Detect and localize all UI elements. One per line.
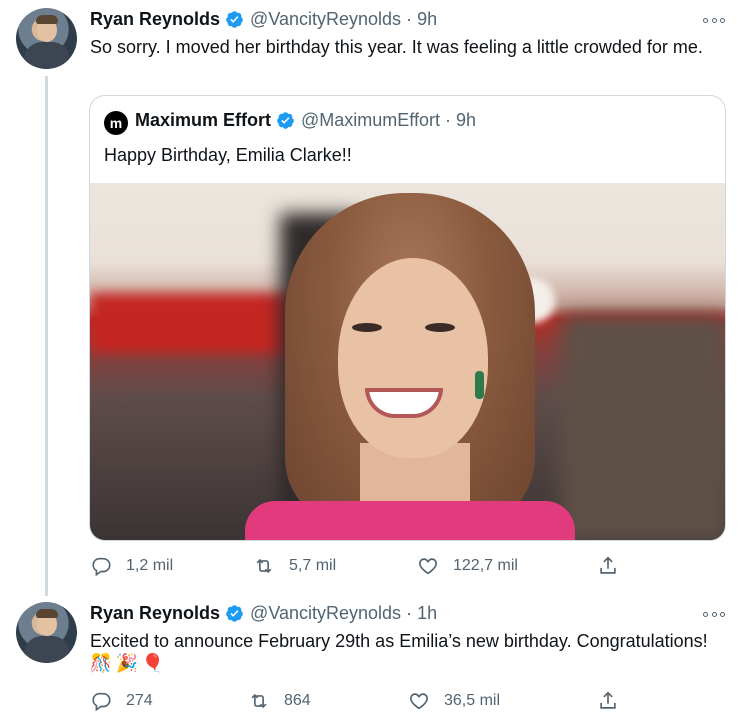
tweet-time[interactable]: 9h [417,9,437,30]
emoji-row: 🎊 🎉 🎈 [90,652,164,674]
like-count: 122,7 mil [453,557,518,574]
author-name[interactable]: Ryan Reynolds [90,9,220,30]
quoted-tweet-time[interactable]: 9h [456,110,476,131]
retweet-button[interactable]: 864 [248,690,311,712]
author-handle[interactable]: @VancityReynolds [250,603,401,624]
retweet-count: 5,7 mil [289,557,337,574]
verified-badge-icon [226,11,243,28]
separator-dot: · [406,603,413,623]
quoted-tweet-card[interactable]: m Maximum Effort @MaximumEffort · 9h Hap… [89,95,726,541]
retweet-button[interactable]: 5,7 mil [253,555,336,577]
avatar[interactable] [16,602,77,663]
more-icon[interactable] [703,16,725,24]
author-name[interactable]: Ryan Reynolds [90,603,220,624]
reply-button[interactable]: 1,2 mil [90,555,173,577]
author-handle[interactable]: @VancityReynolds [250,9,401,30]
quoted-author-handle[interactable]: @MaximumEffort [301,110,440,131]
share-icon [600,691,616,709]
like-icon [410,693,428,710]
retweet-icon [251,693,267,709]
retweet-icon [256,558,272,574]
confetti-ball-emoji: 🎊 [89,652,113,673]
retweet-count: 864 [284,692,311,709]
tweet-header: Ryan Reynolds @VancityReynolds · 9h [90,9,437,30]
tweet-photo[interactable] [90,183,725,540]
reply-count: 274 [126,692,153,709]
reply-icon [92,692,111,712]
verified-badge-icon [226,605,243,622]
quoted-tweet-text: Happy Birthday, Emilia Clarke!! [104,145,352,165]
share-button[interactable] [597,690,633,712]
separator-dot: · [406,9,413,29]
verified-badge-icon [277,112,294,129]
reply-button[interactable]: 274 [90,690,153,712]
quoted-author-name[interactable]: Maximum Effort [135,110,271,131]
separator-dot: · [444,110,451,130]
avatar[interactable] [16,8,77,69]
like-button[interactable]: 122,7 mil [417,555,518,577]
tweet-header: Ryan Reynolds @VancityReynolds · 1h [90,603,437,624]
party-popper-emoji: 🎉 [115,652,139,673]
quoted-avatar[interactable]: m [104,111,128,135]
reply-icon [92,557,111,577]
like-icon [419,558,437,575]
share-button[interactable] [597,555,633,577]
quoted-tweet-header: Maximum Effort @MaximumEffort · 9h [135,110,476,131]
balloon-emoji: 🎈 [141,652,165,673]
tweet-text: Excited to announce February 29th as Emi… [90,631,708,651]
thread-connector-line [45,76,48,596]
more-icon[interactable] [703,610,725,618]
tweet-text: So sorry. I moved her birthday this year… [90,37,703,57]
reply-count: 1,2 mil [126,557,174,574]
tweet-time[interactable]: 1h [417,603,437,624]
like-button[interactable]: 36,5 mil [408,690,500,712]
share-icon [600,556,616,574]
like-count: 36,5 mil [444,692,501,709]
